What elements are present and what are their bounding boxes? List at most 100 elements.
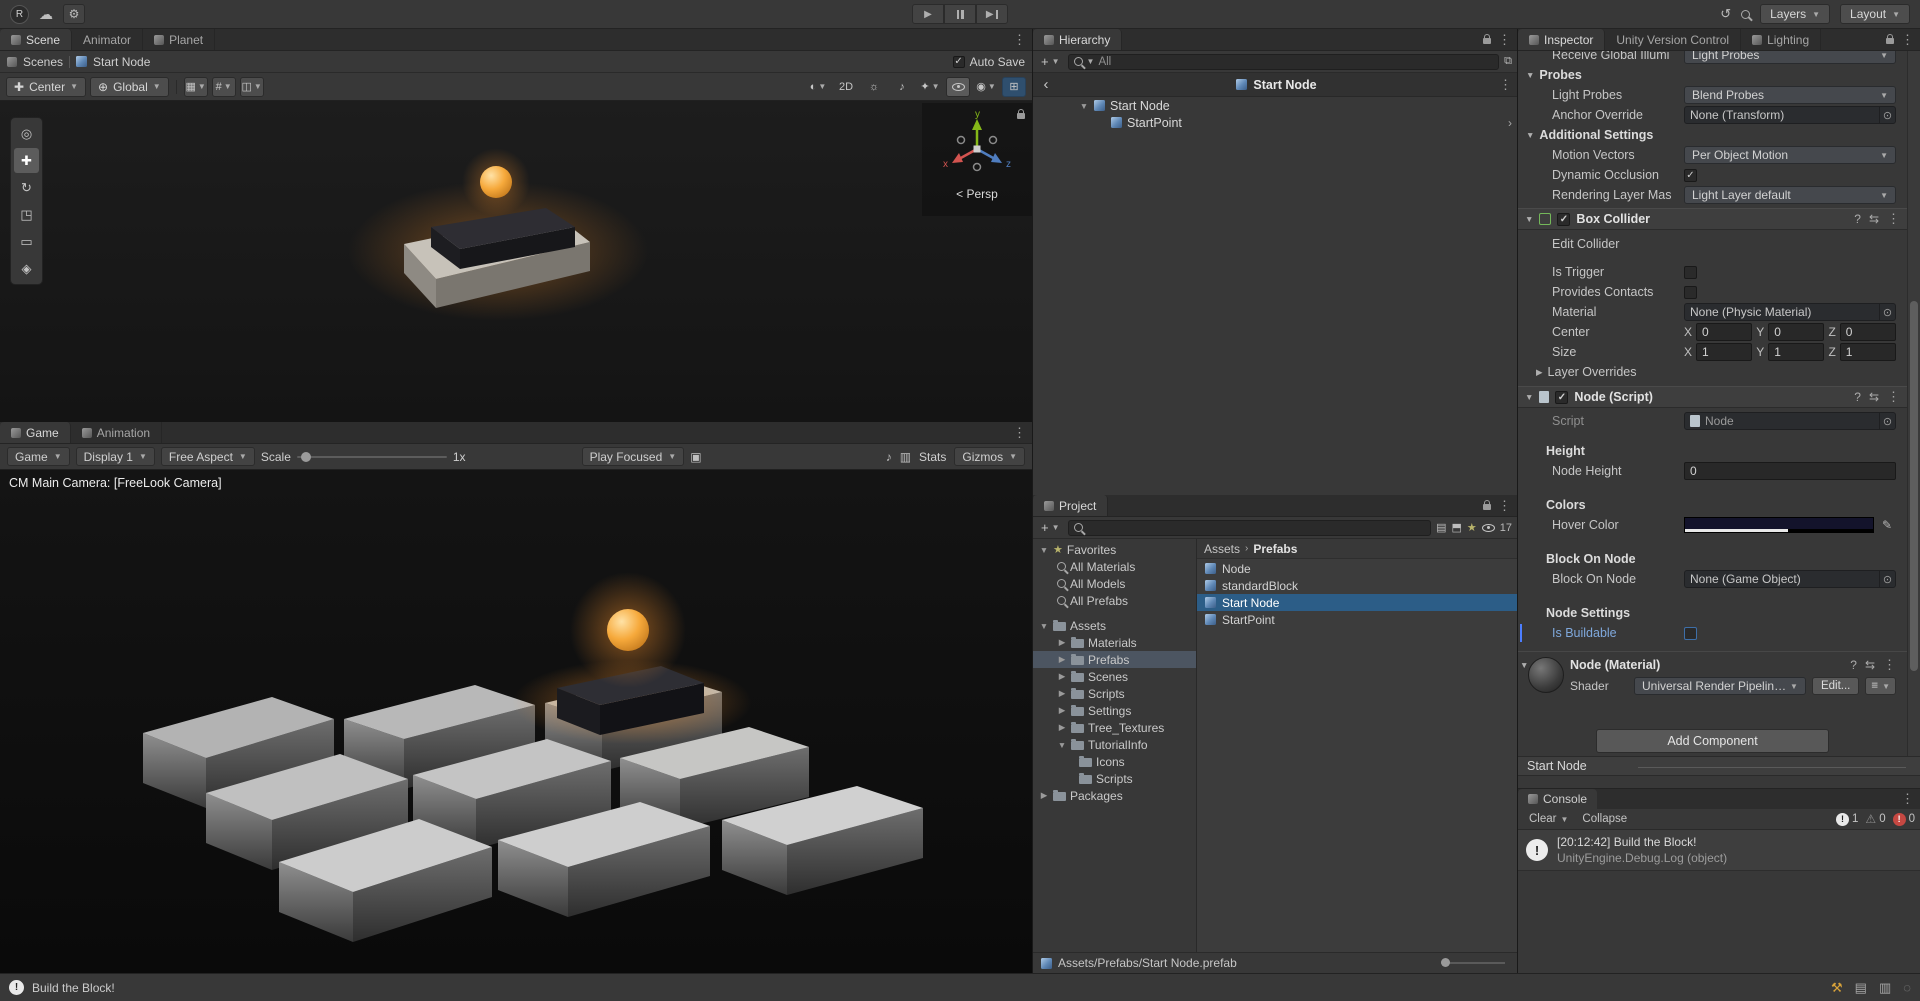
- packages-root[interactable]: ▶ Packages: [1033, 787, 1196, 804]
- foldout-arrow-icon[interactable]: ▶: [1039, 790, 1049, 801]
- panel-menu-icon[interactable]: ⋮: [1901, 32, 1914, 48]
- scale-tool-button[interactable]: ◳: [14, 202, 39, 227]
- component-tools-button[interactable]: ⊞: [1002, 76, 1026, 97]
- additional-settings-foldout[interactable]: ▼ Additional Settings: [1518, 125, 1907, 145]
- hover-color-swatch[interactable]: [1684, 517, 1874, 533]
- rect-tool-button[interactable]: ▭: [14, 229, 39, 254]
- tab-animation[interactable]: Animation: [70, 422, 163, 443]
- pause-button[interactable]: [944, 4, 976, 24]
- foldout-arrow-icon[interactable]: ▶: [1057, 722, 1067, 733]
- thumbnail-zoom-slider[interactable]: [1441, 958, 1505, 967]
- foldout-arrow-icon[interactable]: ▼: [1039, 545, 1049, 555]
- inspector-scrollbar[interactable]: [1907, 51, 1920, 756]
- is-buildable-checkbox[interactable]: [1684, 626, 1697, 640]
- metrics-icon[interactable]: ▥: [900, 450, 911, 464]
- mute-audio-icon[interactable]: ♪: [886, 450, 892, 464]
- component-menu-icon[interactable]: ⋮: [1887, 389, 1900, 405]
- foldout-arrow-icon[interactable]: ▼: [1039, 621, 1049, 631]
- foldout-arrow-icon[interactable]: ▶: [1057, 688, 1067, 699]
- snap-increment-dropdown[interactable]: # ▼: [211, 76, 236, 97]
- layout-dropdown[interactable]: Layout ▼: [1840, 4, 1910, 24]
- component-enabled-checkbox[interactable]: [1555, 390, 1569, 404]
- layers-dropdown[interactable]: Layers ▼: [1760, 4, 1831, 24]
- breadcrumb-current[interactable]: Prefabs: [1253, 542, 1297, 556]
- shader-edit-button[interactable]: Edit...: [1811, 677, 1860, 695]
- foldout-arrow-icon[interactable]: ▼: [1079, 101, 1089, 111]
- grid-snapping-dropdown[interactable]: ◫ ▼: [239, 76, 264, 97]
- favorite-all-models[interactable]: All Models: [1033, 575, 1196, 592]
- assets-root[interactable]: ▼ Assets: [1033, 617, 1196, 634]
- tool-handle-position-dropdown[interactable]: ✚ Center ▼: [6, 76, 87, 97]
- cloud-services-icon[interactable]: ☁: [39, 6, 53, 23]
- folder-tutorialinfo[interactable]: ▼ TutorialInfo: [1033, 736, 1196, 753]
- rotate-tool-button[interactable]: ↻: [14, 175, 39, 200]
- breadcrumb-current[interactable]: Start Node: [93, 55, 150, 69]
- physic-material-field[interactable]: None (Physic Material) ⊙: [1684, 303, 1896, 321]
- breadcrumb-root[interactable]: Assets: [1204, 542, 1240, 556]
- create-button[interactable]: + ▼: [1038, 520, 1063, 535]
- lock-icon[interactable]: [1886, 34, 1894, 44]
- hierarchy-row-startpoint[interactable]: StartPoint ›: [1033, 114, 1517, 131]
- aspect-ratio-dropdown[interactable]: Free Aspect ▼: [160, 447, 255, 466]
- file-standardblock[interactable]: standardBlock: [1197, 577, 1517, 594]
- hierarchy-row-start-node[interactable]: ▼ Start Node: [1033, 97, 1517, 114]
- panel-menu-icon[interactable]: ⋮: [1498, 498, 1511, 514]
- create-button[interactable]: + ▼: [1038, 54, 1063, 69]
- build-activity-icon[interactable]: ⚒: [1831, 980, 1843, 996]
- projection-mode-label[interactable]: < Persp: [956, 187, 998, 201]
- anchor-override-field[interactable]: None (Transform) ⊙: [1684, 106, 1896, 124]
- favorite-all-materials[interactable]: All Materials: [1033, 558, 1196, 575]
- help-icon[interactable]: ?: [1854, 212, 1861, 226]
- dynamic-occlusion-checkbox[interactable]: [1684, 168, 1697, 182]
- tab-project[interactable]: Project: [1033, 495, 1109, 516]
- center-y-input[interactable]: 0: [1768, 323, 1825, 341]
- slider-handle[interactable]: [1441, 958, 1450, 967]
- folder-scenes[interactable]: ▶ Scenes: [1033, 668, 1196, 685]
- project-search-input[interactable]: [1067, 519, 1432, 536]
- is-trigger-checkbox[interactable]: [1684, 265, 1697, 279]
- tab-hierarchy[interactable]: Hierarchy: [1033, 29, 1123, 50]
- tab-scene[interactable]: Scene: [0, 29, 73, 50]
- provides-contacts-checkbox[interactable]: [1684, 285, 1697, 299]
- z-axis-label[interactable]: z: [1006, 159, 1011, 170]
- gizmos-dropdown[interactable]: Gizmos ▼: [954, 447, 1025, 466]
- game-viewport[interactable]: CM Main Camera: [FreeLook Camera]: [0, 470, 1032, 973]
- script-field[interactable]: Node ⊙: [1684, 412, 1896, 430]
- y-axis-label[interactable]: y: [975, 109, 980, 120]
- light-probes-dropdown[interactable]: Blend Probes ▼: [1684, 86, 1896, 104]
- scrollbar-thumb[interactable]: [1910, 301, 1918, 671]
- foldout-arrow-icon[interactable]: ▼: [1525, 392, 1533, 402]
- collapse-toggle[interactable]: Collapse: [1576, 811, 1633, 828]
- presets-icon[interactable]: ⇆: [1865, 658, 1875, 672]
- folder-icons[interactable]: Icons: [1033, 753, 1196, 770]
- scene-visibility-toggle[interactable]: [946, 76, 970, 97]
- prefab-back-button[interactable]: ‹: [1038, 77, 1054, 92]
- object-picker-icon[interactable]: ⊙: [1879, 413, 1895, 429]
- tab-game[interactable]: Game: [0, 422, 71, 443]
- error-count-badge[interactable]: ! 0: [1892, 812, 1915, 826]
- folder-prefabs[interactable]: ▶ Prefabs: [1033, 651, 1196, 668]
- undo-history-icon[interactable]: ↺: [1720, 6, 1731, 22]
- component-menu-icon[interactable]: ⋮: [1887, 211, 1900, 227]
- favorite-all-prefabs[interactable]: All Prefabs: [1033, 592, 1196, 609]
- folder-settings[interactable]: ▶ Settings: [1033, 702, 1196, 719]
- preview-resize-grip[interactable]: [1638, 767, 1906, 768]
- cache-activity-icon[interactable]: ▥: [1879, 980, 1891, 996]
- 2d-toggle[interactable]: 2D: [834, 77, 858, 97]
- services-button[interactable]: ⚙: [63, 4, 85, 24]
- log-entry[interactable]: ! [20:12:42] Build the Block! UnityEngin…: [1518, 830, 1920, 872]
- scale-slider[interactable]: [296, 451, 447, 462]
- tab-console[interactable]: Console: [1518, 789, 1598, 809]
- probes-foldout[interactable]: ▼ Probes: [1518, 65, 1907, 85]
- folder-tree-textures[interactable]: ▶ Tree_Textures: [1033, 719, 1196, 736]
- status-message[interactable]: Build the Block!: [32, 981, 115, 995]
- center-x-input[interactable]: 0: [1696, 323, 1753, 341]
- step-button[interactable]: ▶: [976, 4, 1008, 24]
- folder-scripts[interactable]: ▶ Scripts: [1033, 685, 1196, 702]
- lighting-toggle[interactable]: ☼: [862, 77, 886, 97]
- shader-menu-button[interactable]: ≡ ▼: [1865, 677, 1896, 695]
- lock-icon[interactable]: [1483, 500, 1491, 510]
- stats-toggle[interactable]: Stats: [919, 450, 946, 464]
- effects-dropdown[interactable]: ✦ ▼: [918, 77, 942, 97]
- orientation-gizmo[interactable]: y x z < Persp: [922, 103, 1032, 216]
